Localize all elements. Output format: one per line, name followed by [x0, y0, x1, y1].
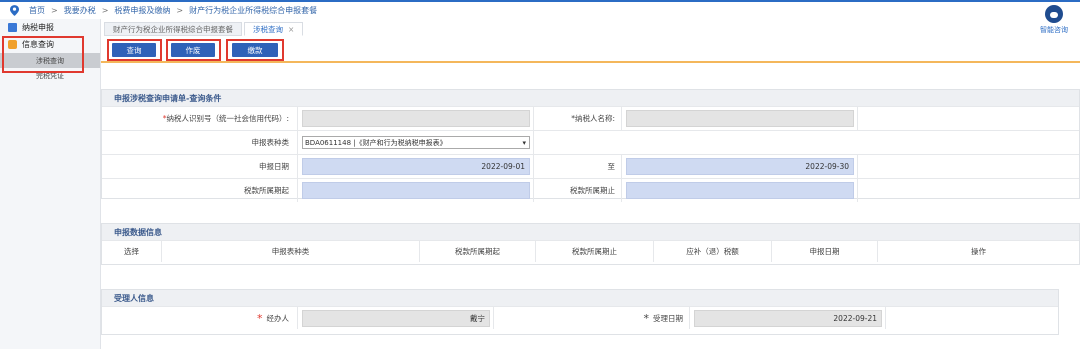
query-button[interactable]: 查询	[112, 43, 156, 57]
sidebar-item-label: 纳税申报	[22, 23, 54, 32]
acceptor-panel: 受理人信息 * 经办人 戴宁 * 受理日期 2022-09-21	[101, 289, 1059, 335]
period-start-input[interactable]	[302, 182, 530, 199]
form-row: 申报日期 2022-09-01 至 2022-09-30	[102, 154, 1079, 178]
field-cell: 戴宁	[298, 307, 494, 329]
accept-date-input: 2022-09-21	[694, 309, 882, 327]
form-type-select[interactable]: BDA0611148 |《财产和行为税纳税申报表》 ▾	[302, 136, 530, 149]
table-header: 选择 申报表种类 税款所属期起 税款所属期止 应补（退）税额 申报日期 操作	[102, 240, 1079, 262]
required-marker: *	[643, 311, 650, 325]
highlight-box	[2, 36, 84, 73]
field-cell	[622, 179, 858, 202]
tab-combined-filing[interactable]: 财产行为税企业所得税综合申报套餐	[104, 22, 242, 36]
field-label: * 经办人	[102, 307, 298, 329]
pay-button[interactable]: 缴款	[232, 43, 278, 57]
breadcrumb-item[interactable]: 税费申报及缴纳	[114, 5, 170, 16]
dropdown-arrow-icon: ▾	[522, 138, 526, 147]
tab-label: 财产行为税企业所得税综合申报套餐	[113, 24, 233, 34]
tab-label: 涉税查询	[253, 24, 283, 34]
breadcrumb-item[interactable]: 财产行为税企业所得税综合申报套餐	[189, 5, 317, 16]
required-marker: *	[257, 311, 263, 325]
period-start-label: 税款所属期起	[102, 179, 298, 202]
taxpayer-name-input	[626, 110, 854, 127]
taxpayer-name-label: 纳税人名称:	[574, 114, 615, 123]
filing-icon	[8, 23, 17, 32]
field-label: * 受理日期	[494, 307, 690, 329]
form-type-value: BDA0611148 |《财产和行为税纳税申报表》	[305, 138, 447, 147]
close-icon[interactable]: ×	[288, 25, 294, 34]
period-end-label: 税款所属期止	[534, 179, 622, 202]
breadcrumb-separator: >	[101, 6, 109, 15]
taxpayer-id-input	[302, 110, 530, 127]
column-header: 操作	[971, 247, 986, 256]
tab-bar: 财产行为税企业所得税综合申报套餐 涉税查询 ×	[104, 22, 305, 36]
column-header: 申报表种类	[162, 241, 420, 262]
query-panel: 申报涉税查询申请单-查询条件 * 纳税人识别号（统一社会信用代码）: * 纳税人名称…	[101, 89, 1080, 202]
form-row: * 经办人 戴宁 * 受理日期 2022-09-21	[102, 306, 1058, 329]
data-panel: 申报数据信息 选择 申报表种类 税款所属期起 税款所属期止 应补（退）税额 申报…	[101, 223, 1080, 265]
field-cell: 2022-09-30	[622, 155, 858, 178]
void-button[interactable]: 作废	[171, 43, 215, 57]
field-cell: 2022-09-01	[298, 155, 534, 178]
field-cell	[298, 179, 534, 202]
form-row: * 纳税人识别号（统一社会信用代码）: * 纳税人名称:	[102, 106, 1079, 130]
breadcrumb-home[interactable]: 首页	[29, 5, 45, 16]
panel-title: 申报数据信息	[102, 224, 1079, 240]
breadcrumb-separator: >	[176, 6, 184, 15]
column-header: 税款所属期起	[420, 241, 536, 262]
breadcrumb-separator: >	[51, 6, 58, 15]
period-end-input[interactable]	[626, 182, 854, 199]
handler-label: 经办人	[266, 313, 290, 323]
handler-input: 戴宁	[302, 309, 490, 327]
field-cell: 2022-09-21	[690, 307, 886, 329]
panel-title: 申报涉税查询申请单-查询条件	[102, 90, 1079, 106]
form-row: 申报表种类 BDA0611148 |《财产和行为税纳税申报表》 ▾	[102, 130, 1079, 154]
breadcrumb: 首页 > 我要办税 > 税费申报及缴纳 > 财产行为税企业所得税综合申报套餐	[0, 2, 1080, 19]
column-header: 申报日期	[772, 241, 878, 262]
column-header: 选择	[102, 241, 162, 262]
field-label: * 纳税人名称:	[534, 107, 622, 130]
breadcrumb-item[interactable]: 我要办税	[64, 5, 96, 16]
form-row: 税款所属期起 税款所属期止	[102, 178, 1079, 202]
form-type-label: 申报表种类	[102, 131, 298, 154]
column-header: 应补（退）税额	[654, 241, 772, 262]
tab-tax-query[interactable]: 涉税查询 ×	[244, 22, 304, 36]
column-header: 税款所属期止	[536, 241, 654, 262]
customer-service-icon	[1045, 5, 1063, 23]
location-pin-icon	[10, 5, 19, 16]
field-label: * 纳税人识别号（统一社会信用代码）:	[102, 107, 298, 130]
report-date-to-input[interactable]: 2022-09-30	[626, 158, 854, 175]
field-cell	[298, 107, 534, 130]
taxpayer-id-label: 纳税人识别号（统一社会信用代码）:	[166, 114, 289, 123]
field-cell: BDA0611148 |《财产和行为税纳税申报表》 ▾	[298, 131, 534, 154]
report-date-label: 申报日期	[102, 155, 298, 178]
to-label: 至	[534, 155, 622, 178]
field-cell	[622, 107, 858, 130]
smart-consult-button[interactable]: 智能咨询	[1034, 5, 1074, 35]
smart-consult-label: 智能咨询	[1040, 26, 1068, 34]
sidebar-item-tax-filing[interactable]: 纳税申报	[0, 19, 100, 36]
report-date-from-input[interactable]: 2022-09-01	[302, 158, 530, 175]
accept-date-label: 受理日期	[653, 313, 683, 323]
panel-title: 受理人信息	[102, 290, 1058, 306]
